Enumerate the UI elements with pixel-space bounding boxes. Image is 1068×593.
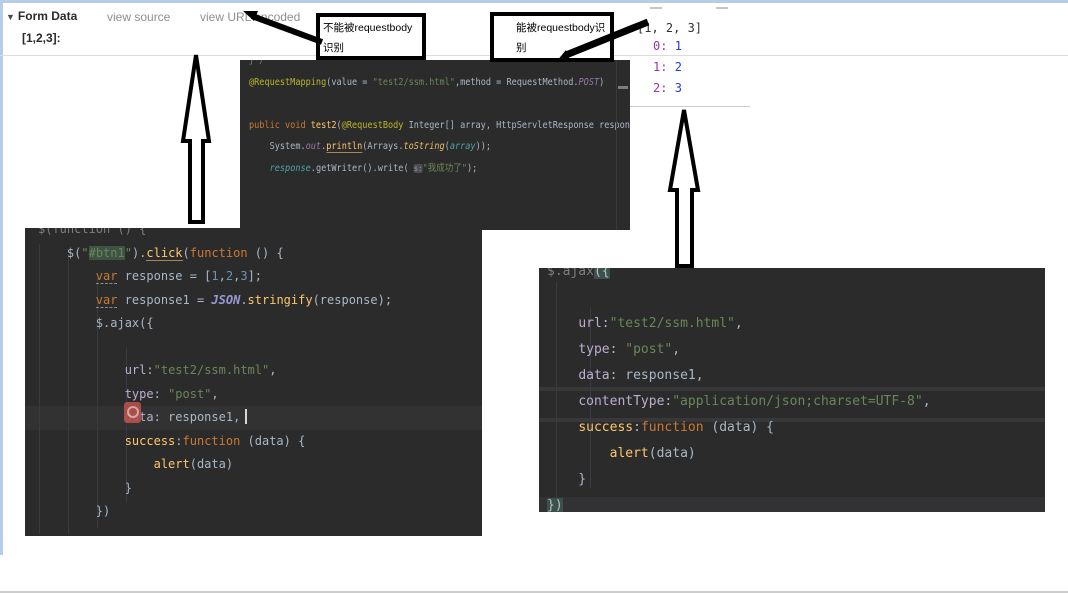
json-entry-value: 2 — [675, 60, 682, 74]
up-arrow-icon-right — [670, 110, 698, 266]
json-entry-value: 3 — [675, 81, 682, 95]
json-entry: 2: 3 — [653, 81, 682, 95]
json-array-summary[interactable]: [1, 2, 3] — [637, 21, 702, 35]
window-left-border — [0, 3, 3, 555]
js-editor-left[interactable]: $(function () { $("#btn1").click(functio… — [25, 228, 482, 536]
preview-cut-text-fragment — [650, 7, 662, 9]
preview-cut-text-fragment — [716, 7, 728, 9]
view-url-encoded-link[interactable]: view URL encoded — [200, 10, 300, 24]
up-arrow-icon-left — [183, 55, 209, 222]
json-entry: 1: 2 — [653, 60, 682, 74]
scrollbar-thumb[interactable] — [618, 86, 628, 89]
annotation-box-left: 不能被requestbody识别 — [316, 13, 426, 60]
form-data-value: [1,2,3]: — [22, 31, 61, 45]
form-data-label: Form Data — [18, 9, 77, 23]
view-source-link[interactable]: view source — [107, 10, 170, 24]
page: ▼Form Data view source view URL encoded … — [0, 0, 1068, 593]
annotation-box-right: 能被requestbody识别 — [490, 12, 614, 62]
java-code: }*/@RequestMapping(value = "test2/ssm.ht… — [240, 60, 591, 179]
disclosure-triangle-icon[interactable]: ▼ — [6, 12, 15, 22]
js-editor-right[interactable]: $.ajax({ url:"test2/ssm.html", type: "po… — [539, 268, 1045, 512]
js-code-right: $.ajax({ url:"test2/ssm.html", type: "po… — [539, 268, 1045, 512]
js-code-left: $(function () { $("#btn1").click(functio… — [25, 228, 482, 524]
magnifier-icon — [127, 406, 139, 418]
json-entry-key: 1: — [653, 60, 667, 74]
text-caret — [245, 409, 247, 424]
preview-divider-line — [628, 106, 750, 107]
window-top-border — [0, 0, 1068, 3]
search-marker-icon — [124, 402, 141, 423]
form-data-header[interactable]: ▼Form Data — [6, 9, 77, 23]
scrollbar-track — [616, 60, 617, 230]
json-entry-value: 1 — [675, 39, 682, 53]
json-entry: 0: 1 — [653, 39, 682, 53]
java-editor[interactable]: }*/@RequestMapping(value = "test2/ssm.ht… — [240, 60, 630, 230]
json-entry-key: 2: — [653, 81, 667, 95]
json-entry-key: 0: — [653, 39, 667, 53]
